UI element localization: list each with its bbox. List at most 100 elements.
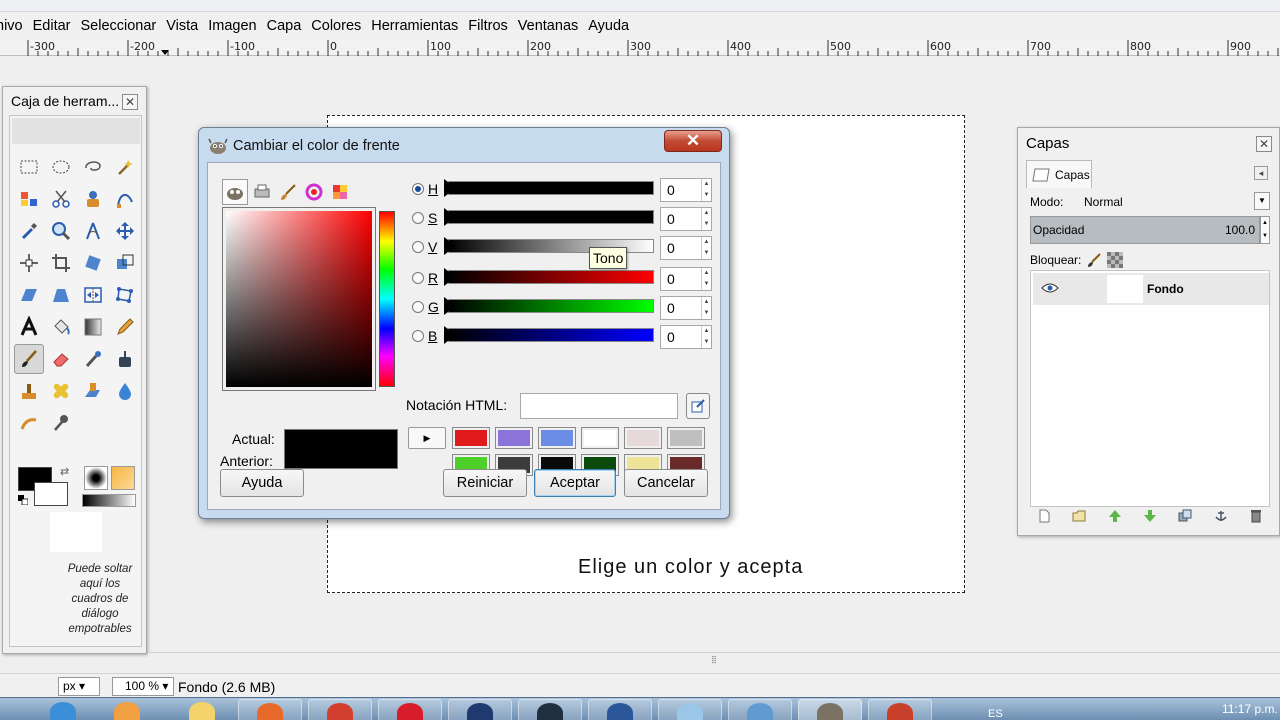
menu-imagen[interactable]: Imagen [203, 18, 261, 34]
chevron-down-icon[interactable]: ▼ [1254, 192, 1270, 210]
pattern-preview[interactable] [111, 466, 135, 490]
wheel-selector-tab[interactable] [301, 179, 327, 205]
cage-tool[interactable] [110, 280, 140, 310]
rect-select-tool[interactable] [14, 152, 44, 182]
history-swatch[interactable] [581, 427, 619, 449]
horizontal-scrollbar[interactable]: ⦙⦙ [148, 652, 1280, 668]
spin-arrows-icon[interactable]: ▲ ▼ [701, 237, 711, 259]
history-swatch[interactable] [495, 427, 533, 449]
delete-layer-icon[interactable] [1248, 508, 1264, 524]
mode-value[interactable]: Normal [1084, 195, 1123, 209]
hue-slider[interactable] [448, 181, 654, 195]
green-slider[interactable] [448, 299, 654, 313]
fuzzy-select-tool[interactable] [110, 152, 140, 182]
value-radio[interactable] [412, 241, 424, 253]
blue-spinbutton[interactable]: 0 ▲ ▼ [660, 325, 712, 349]
hue-strip[interactable] [379, 211, 395, 387]
accept-button[interactable]: Aceptar [534, 469, 616, 497]
anchor-layer-icon[interactable] [1213, 508, 1229, 524]
airbrush-tool[interactable] [78, 344, 108, 374]
saturation-radio[interactable] [412, 212, 424, 224]
background-color-swatch[interactable] [34, 482, 68, 506]
lock-alpha-icon[interactable] [1107, 252, 1123, 268]
reset-colors-icon[interactable] [18, 495, 28, 505]
shear-tool[interactable] [14, 280, 44, 310]
gimp-selector-tab[interactable] [222, 179, 248, 205]
color-select-tool[interactable] [14, 184, 44, 214]
blue-slider[interactable] [448, 328, 654, 342]
saturation-slider[interactable] [448, 210, 654, 224]
value-spinbutton[interactable]: 0 ▲ ▼ [660, 236, 712, 260]
scissors-tool[interactable] [46, 184, 76, 214]
history-swatch[interactable] [538, 427, 576, 449]
green-spinbutton[interactable]: 0 ▲ ▼ [660, 296, 712, 320]
menu-filtros[interactable]: Filtros [463, 18, 512, 34]
close-icon[interactable]: ✕ [1256, 136, 1272, 152]
swap-colors-icon[interactable]: ⇄ [60, 465, 69, 478]
cancel-button[interactable]: Cancelar [624, 469, 708, 497]
cmyk-selector-tab[interactable] [249, 179, 275, 205]
scale-tool[interactable] [110, 248, 140, 278]
foreground-select-tool[interactable] [78, 184, 108, 214]
color-picker-tool[interactable] [14, 216, 44, 246]
heal-tool[interactable] [46, 376, 76, 406]
paintbrush-tool[interactable] [14, 344, 44, 374]
eye-icon[interactable] [1041, 282, 1059, 294]
system-clock[interactable]: 11:17 p.m. [1222, 702, 1278, 716]
rotate-tool[interactable] [78, 248, 108, 278]
palette-selector-tab[interactable] [327, 179, 353, 205]
taskbar-viewer-icon[interactable] [728, 699, 792, 720]
measure-tool[interactable] [78, 216, 108, 246]
html-notation-input[interactable] [520, 393, 678, 419]
raise-layer-icon[interactable] [1107, 508, 1123, 524]
lock-pixels-icon[interactable] [1086, 252, 1102, 268]
zoom-tool[interactable] [46, 216, 76, 246]
eyedropper-button[interactable] [686, 393, 710, 419]
menu-colores[interactable]: Colores [306, 18, 366, 34]
close-icon[interactable]: ✕ [122, 94, 138, 110]
ink-tool[interactable] [110, 344, 140, 374]
hue-slider-thumb[interactable] [444, 179, 456, 197]
taskbar-ie-icon[interactable] [36, 699, 90, 720]
menu-ventanas[interactable]: Ventanas [513, 18, 583, 34]
blue-slider-thumb[interactable] [444, 326, 456, 344]
new-layer-icon[interactable] [1036, 508, 1052, 524]
tab-menu-icon[interactable]: ◂ [1254, 166, 1268, 180]
language-indicator[interactable]: ES [988, 708, 1003, 720]
saturation-spinbutton[interactable]: 0 ▲ ▼ [660, 207, 712, 231]
opacity-slider[interactable]: Opacidad 100.0 [1030, 216, 1260, 244]
gradient-preview[interactable] [82, 494, 136, 507]
blur-tool[interactable] [110, 376, 140, 406]
pencil-tool[interactable] [110, 312, 140, 342]
spin-arrows-icon[interactable]: ▲ ▼ [701, 326, 711, 348]
taskbar-media-icon[interactable] [100, 699, 154, 720]
clone-tool[interactable] [14, 376, 44, 406]
zoom-select[interactable]: 100 % ▾ [112, 677, 174, 696]
dialog-close-button[interactable]: ✕ [664, 130, 722, 152]
tab-layers[interactable]: Capas [1026, 160, 1092, 188]
taskbar-app-icon[interactable] [518, 699, 582, 720]
green-slider-thumb[interactable] [444, 297, 456, 315]
move-tool[interactable] [110, 216, 140, 246]
menu-capa[interactable]: Capa [262, 18, 307, 34]
hue-radio[interactable] [412, 183, 424, 195]
crop-tool[interactable] [46, 248, 76, 278]
red-slider-thumb[interactable] [444, 268, 456, 286]
ellipse-select-tool[interactable] [46, 152, 76, 182]
perspective-clone-tool[interactable] [78, 376, 108, 406]
taskbar-photoshop-icon[interactable] [448, 699, 512, 720]
active-image-preview[interactable] [50, 512, 102, 552]
flip-tool[interactable] [78, 280, 108, 310]
layer-name[interactable]: Fondo [1147, 282, 1184, 296]
taskbar-powerpoint-icon[interactable] [868, 699, 932, 720]
taskbar-chrome-icon[interactable] [308, 699, 372, 720]
red-radio[interactable] [412, 272, 424, 284]
dodge-burn-tool[interactable] [46, 408, 76, 438]
new-layer-group-icon[interactable] [1071, 508, 1087, 524]
menu-vista[interactable]: Vista [161, 18, 203, 34]
menu-editar[interactable]: Editar [28, 18, 76, 34]
brush-preview[interactable] [84, 466, 108, 490]
text-tool[interactable] [14, 312, 44, 342]
blend-tool[interactable] [78, 312, 108, 342]
eraser-tool[interactable] [46, 344, 76, 374]
